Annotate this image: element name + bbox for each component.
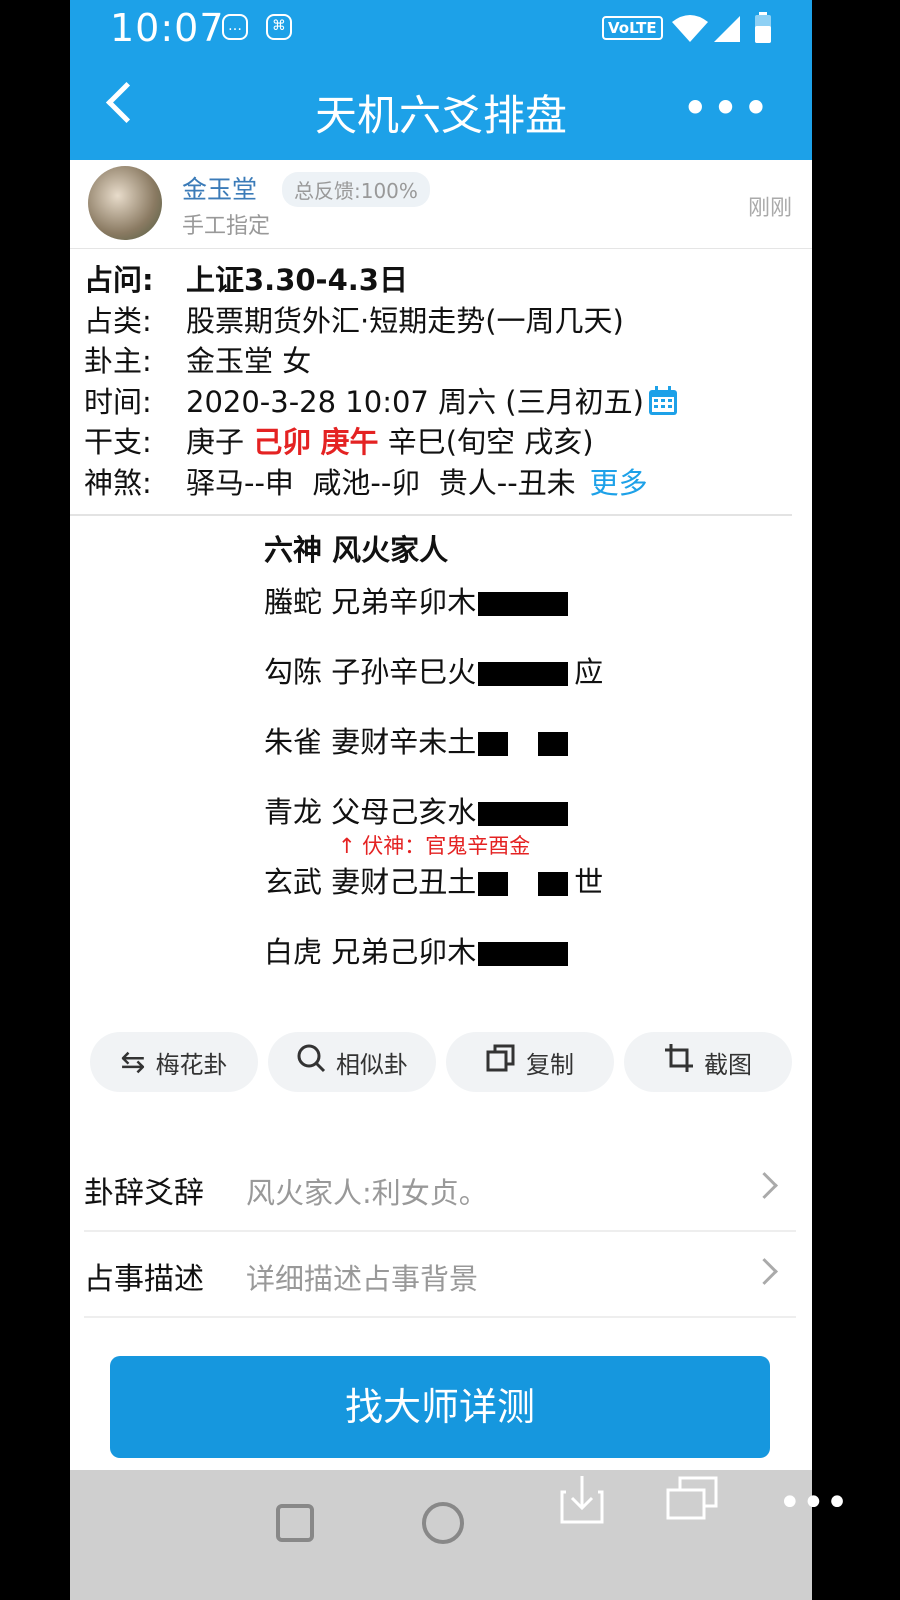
shensha-value: 驿马--申 咸池--卯 贵人--丑未 bbox=[186, 465, 576, 500]
copy-icon bbox=[486, 1043, 516, 1081]
yao-label: 玄武 妻财己丑土 bbox=[264, 865, 477, 899]
app-notification-icon: ⌘ bbox=[266, 14, 292, 40]
info-row-category: 占类: 股票期货外汇·短期走势(一周几天) bbox=[84, 299, 804, 340]
crop-icon bbox=[664, 1043, 694, 1081]
category-label: 占类: bbox=[84, 303, 152, 338]
more-options-icon[interactable]: ••• bbox=[683, 86, 774, 130]
author-name[interactable]: 金玉堂 bbox=[182, 170, 257, 206]
avatar[interactable] bbox=[88, 166, 162, 240]
ganzhi-label: 干支: bbox=[84, 425, 152, 460]
top-bar: 10:07 … ⌘ VoLTE 天机六爻排盘 ••• bbox=[70, 0, 812, 160]
app-screen: 10:07 … ⌘ VoLTE 天机六爻排盘 ••• 金玉堂 总反馈:100% … bbox=[70, 0, 812, 1600]
guaci-value: 风火家人:利女贞。 bbox=[246, 1176, 488, 1210]
question-value: 上证3.30-4.3日 bbox=[186, 263, 408, 298]
yao-line: 螣蛇 兄弟辛卯木 bbox=[264, 582, 574, 622]
swap-icon: ⇆ bbox=[120, 1044, 146, 1080]
copy-label: 复制 bbox=[526, 1050, 574, 1079]
time-label: 时间: bbox=[84, 384, 152, 419]
yao-line: 青龙 父母己亥水 bbox=[264, 792, 574, 832]
wifi-icon bbox=[672, 15, 708, 42]
yao-label: 螣蛇 兄弟辛卯木 bbox=[264, 585, 477, 619]
volte-icon: VoLTE bbox=[602, 16, 663, 40]
meihua-button[interactable]: ⇆ 梅花卦 bbox=[90, 1032, 258, 1092]
yang-line bbox=[478, 802, 569, 826]
owner-label: 卦主: bbox=[84, 344, 152, 379]
yao-line: 白虎 兄弟己卯木 bbox=[264, 932, 574, 972]
ganzhi-kong: (旬空 戌亥) bbox=[445, 425, 594, 460]
more-link[interactable]: 更多 bbox=[590, 460, 648, 502]
yin-line bbox=[478, 872, 569, 896]
similar-label: 相似卦 bbox=[336, 1050, 408, 1079]
yao-label: 勾陈 子孙辛巳火 bbox=[264, 655, 477, 689]
description-label: 占事描述 bbox=[84, 1262, 204, 1297]
fushen-note: ↑ 伏神：官鬼辛酉金 bbox=[338, 834, 531, 858]
description-row[interactable]: 占事描述 详细描述占事背景 bbox=[84, 1232, 796, 1318]
category-value: 股票期货外汇·短期走势(一周几天) bbox=[186, 303, 624, 338]
guaci-row[interactable]: 卦辞爻辞 风火家人:利女贞。 bbox=[84, 1146, 796, 1232]
yang-line bbox=[478, 942, 569, 966]
find-master-button[interactable]: 找大师详测 bbox=[110, 1356, 770, 1458]
ganzhi-day: 庚午 bbox=[320, 425, 379, 460]
shi-mark: 世 bbox=[574, 865, 604, 899]
yang-line bbox=[478, 592, 569, 616]
more-overflow-icon[interactable]: ••• bbox=[778, 1480, 849, 1526]
shensha-label: 神煞: bbox=[84, 465, 152, 500]
signal-icon bbox=[714, 16, 740, 42]
author-subtitle: 手工指定 bbox=[182, 214, 271, 239]
meihua-label: 梅花卦 bbox=[155, 1050, 228, 1079]
time-value: 2020-3-28 10:07 周六 (三月初五) bbox=[186, 384, 644, 419]
ganzhi-hour: 辛巳 bbox=[387, 425, 446, 460]
message-notification-icon: … bbox=[222, 14, 248, 40]
yao-label: 朱雀 妻财辛未土 bbox=[264, 725, 477, 759]
yao-line: 朱雀 妻财辛未土 bbox=[264, 722, 574, 762]
info-row-question: 占问: 上证3.30-4.3日 bbox=[84, 258, 804, 299]
yao-line: 勾陈 子孙辛巳火 应 bbox=[264, 652, 603, 692]
search-icon bbox=[296, 1043, 326, 1081]
yao-label: 白虎 兄弟己卯木 bbox=[264, 935, 477, 969]
recent-apps-button[interactable] bbox=[276, 1504, 314, 1542]
description-placeholder: 详细描述占事背景 bbox=[246, 1262, 479, 1296]
ganzhi-month: 己卯 bbox=[253, 425, 312, 460]
home-button[interactable] bbox=[422, 1502, 464, 1544]
hexagram-chart: 六神 风火家人 螣蛇 兄弟辛卯木 勾陈 子孙辛巳火 应 朱雀 妻财辛未土 青龙 父… bbox=[264, 530, 603, 969]
info-row-owner: 卦主: 金玉堂 女 bbox=[84, 339, 804, 380]
info-row-time: 时间: 2020-3-28 10:07 周六 (三月初五) bbox=[84, 380, 804, 421]
ying-mark: 应 bbox=[574, 655, 604, 689]
author-header: 金玉堂 总反馈:100% 手工指定 刚刚 bbox=[70, 160, 812, 249]
multi-window-icon[interactable] bbox=[666, 1476, 718, 1520]
similar-button[interactable]: 相似卦 bbox=[268, 1032, 436, 1092]
info-row-ganzhi: 干支: 庚子 己卯 庚午 辛巳 (旬空 戌亥) bbox=[84, 420, 804, 461]
battery-icon bbox=[755, 12, 771, 43]
owner-value: 金玉堂 女 bbox=[186, 344, 312, 379]
download-icon[interactable] bbox=[560, 1474, 604, 1524]
yin-line bbox=[478, 732, 569, 756]
hexagram-header: 六神 风火家人 bbox=[264, 533, 449, 567]
yang-line bbox=[478, 662, 569, 686]
status-time: 10:07 bbox=[110, 6, 225, 50]
screenshot-button[interactable]: 截图 bbox=[624, 1032, 792, 1092]
divider bbox=[70, 514, 792, 516]
chevron-right-icon bbox=[751, 1172, 778, 1199]
info-row-shensha: 神煞: 驿马--申 咸池--卯 贵人--丑未 更多 bbox=[84, 461, 804, 502]
chevron-right-icon bbox=[751, 1258, 778, 1285]
question-label: 占问: bbox=[84, 263, 154, 298]
screenshot-label: 截图 bbox=[704, 1050, 752, 1079]
divination-info: 占问: 上证3.30-4.3日 占类: 股票期货外汇·短期走势(一周几天) 卦主… bbox=[84, 258, 804, 501]
post-time: 刚刚 bbox=[747, 196, 792, 221]
calendar-icon[interactable] bbox=[648, 385, 678, 415]
ganzhi-year: 庚子 bbox=[186, 425, 245, 460]
yao-label: 青龙 父母己亥水 bbox=[264, 795, 477, 829]
feedback-badge: 总反馈:100% bbox=[282, 172, 430, 207]
yao-line: 玄武 妻财己丑土 世 bbox=[264, 862, 603, 902]
guaci-label: 卦辞爻辞 bbox=[84, 1176, 204, 1211]
action-bar: ⇆ 梅花卦 相似卦 复制 截图 bbox=[90, 1032, 792, 1094]
copy-button[interactable]: 复制 bbox=[446, 1032, 614, 1092]
